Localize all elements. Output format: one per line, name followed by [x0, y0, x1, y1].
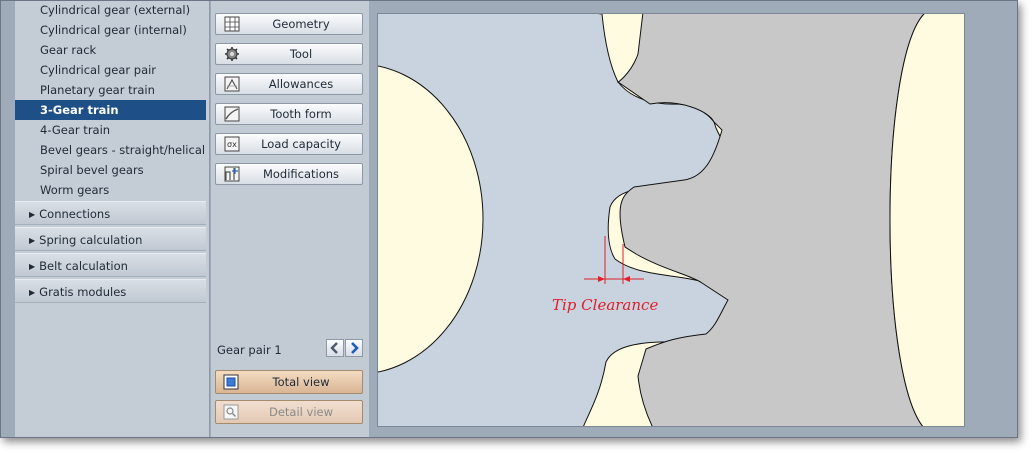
- expand-arrow-icon: ▶: [29, 236, 36, 245]
- tip-clearance-label: Tip Clearance: [552, 296, 659, 314]
- allowances-button[interactable]: Allowances: [215, 73, 363, 95]
- right-gear-body: [617, 14, 925, 426]
- modifications-label: Modifications: [262, 167, 340, 181]
- sidebar-item-cylindrical-gear-internal[interactable]: Cylindrical gear (internal): [15, 20, 206, 40]
- grid-icon: [224, 16, 240, 32]
- load-capacity-label: Load capacity: [261, 137, 341, 151]
- expand-arrow-icon: ▶: [29, 210, 36, 219]
- tool-panel: Geometry Tool Allowances Tooth form σx L…: [211, 1, 369, 437]
- sidebar-item-cylindrical-gear-external[interactable]: Cylindrical gear (external): [15, 1, 206, 20]
- expand-arrow-icon: ▶: [29, 288, 36, 297]
- app-window: Cylindrical gear (external) Cylindrical …: [0, 0, 1018, 438]
- sidebar-item-cylindrical-gear-pair[interactable]: Cylindrical gear pair: [15, 60, 206, 80]
- sidebar-item-planetary-gear-train[interactable]: Planetary gear train: [15, 80, 206, 100]
- magnifier-icon: [223, 404, 239, 420]
- allowances-label: Allowances: [268, 77, 334, 91]
- gear-mesh-drawing: [378, 14, 964, 426]
- tool-button[interactable]: Tool: [215, 43, 363, 65]
- section-label: Belt calculation: [39, 259, 128, 273]
- tooth-form-label: Tooth form: [270, 107, 332, 121]
- geometry-label: Geometry: [272, 17, 330, 31]
- load-capacity-button[interactable]: σx Load capacity: [215, 133, 363, 155]
- previous-pair-button[interactable]: [326, 339, 344, 357]
- right-gear-hub: [889, 14, 964, 426]
- gear-canvas[interactable]: Tip Clearance: [377, 13, 965, 427]
- sidebar-section-gratis-modules[interactable]: ▶ Gratis modules: [15, 279, 206, 303]
- chevron-right-icon: [351, 342, 359, 354]
- chevron-left-icon: [330, 342, 338, 354]
- sidebar: Cylindrical gear (external) Cylindrical …: [15, 1, 210, 437]
- allowances-icon: [224, 76, 240, 92]
- total-view-label: Total view: [272, 375, 330, 389]
- tool-label: Tool: [289, 47, 313, 61]
- sigma-icon: σx: [224, 136, 240, 152]
- sidebar-item-4-gear-train[interactable]: 4-Gear train: [15, 120, 206, 140]
- section-label: Gratis modules: [39, 285, 127, 299]
- section-label: Spring calculation: [39, 233, 143, 247]
- sidebar-section-belt-calculation[interactable]: ▶ Belt calculation: [15, 253, 206, 277]
- total-view-icon: [223, 374, 239, 390]
- sidebar-item-worm-gears[interactable]: Worm gears: [15, 180, 206, 200]
- gear-pair-label: Gear pair 1: [217, 343, 282, 357]
- next-pair-button[interactable]: [345, 339, 363, 357]
- modifications-button[interactable]: Modifications: [215, 163, 363, 185]
- tooth-form-icon: [224, 106, 240, 122]
- sidebar-item-spiral-bevel-gears[interactable]: Spiral bevel gears: [15, 160, 206, 180]
- geometry-button[interactable]: Geometry: [215, 13, 363, 35]
- cog-icon: [225, 47, 239, 61]
- sidebar-section-connections[interactable]: ▶ Connections: [15, 201, 206, 225]
- sidebar-section-spring-calculation[interactable]: ▶ Spring calculation: [15, 227, 206, 251]
- total-view-button[interactable]: Total view: [215, 370, 363, 394]
- detail-view-button[interactable]: Detail view: [215, 400, 363, 424]
- svg-text:σx: σx: [227, 140, 237, 149]
- detail-view-label: Detail view: [268, 405, 333, 419]
- tooth-form-button[interactable]: Tooth form: [215, 103, 363, 125]
- modifications-icon: [224, 166, 240, 182]
- sidebar-item-3-gear-train[interactable]: 3-Gear train: [15, 100, 206, 120]
- sidebar-item-bevel-gears[interactable]: Bevel gears - straight/helical: [15, 140, 206, 160]
- section-label: Connections: [39, 207, 111, 221]
- sidebar-item-gear-rack[interactable]: Gear rack: [15, 40, 206, 60]
- expand-arrow-icon: ▶: [29, 262, 36, 271]
